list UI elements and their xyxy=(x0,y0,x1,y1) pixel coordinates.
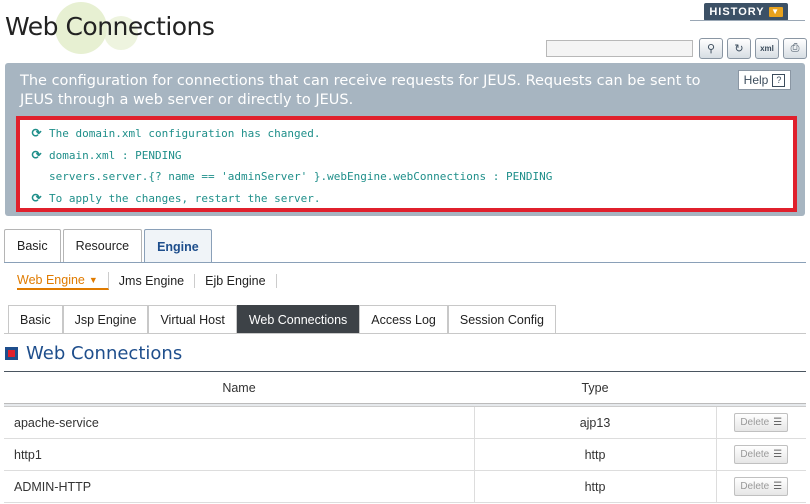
delete-label: Delete xyxy=(740,481,770,492)
tab-engine[interactable]: Engine xyxy=(144,229,212,263)
delete-icon: ☰ xyxy=(773,481,783,492)
refresh-icon: ↻ xyxy=(734,43,744,55)
message-text: To apply the changes, restart the server… xyxy=(49,191,321,205)
main-tabs: Basic Resource Engine xyxy=(4,229,214,263)
subnav-label: Web Engine xyxy=(17,273,85,287)
caret-down-icon: ▼ xyxy=(88,275,98,285)
table-row[interactable]: http1 http Delete ☰ xyxy=(4,438,806,471)
connection-type: ajp13 xyxy=(474,406,717,439)
chevron-down-icon: ▼ xyxy=(768,7,783,17)
subnav-label: Jms Engine xyxy=(118,274,185,288)
message-line: servers.server.{? name == 'adminServer' … xyxy=(30,166,783,188)
section-icon xyxy=(5,347,18,360)
delete-label: Delete xyxy=(740,449,770,460)
page-title: Web Connections xyxy=(5,12,215,41)
subnav-web-engine[interactable]: Web Engine ▼ xyxy=(17,272,109,290)
help-icon: ? xyxy=(772,73,786,87)
delete-icon: ☰ xyxy=(773,417,783,428)
message-line: ⟳ The domain.xml configuration has chang… xyxy=(30,123,783,145)
connection-name[interactable]: ADMIN-HTTP xyxy=(4,470,475,503)
engine-subnav: Web Engine ▼ Jms Engine Ejb Engine xyxy=(4,263,806,299)
subnav-jms-engine[interactable]: Jms Engine xyxy=(118,274,196,288)
tab-basic[interactable]: Basic xyxy=(8,305,63,333)
message-line: ⟳ To apply the changes, restart the serv… xyxy=(30,188,783,210)
section-title: Web Connections xyxy=(26,343,183,364)
tab-jsp-engine[interactable]: Jsp Engine xyxy=(62,305,149,333)
sync-icon: ⟳ xyxy=(31,147,42,162)
delete-button[interactable]: Delete ☰ xyxy=(734,445,789,464)
message-text: The domain.xml configuration has changed… xyxy=(49,127,321,140)
header-divider xyxy=(690,20,805,21)
sync-icon: ⟳ xyxy=(31,126,42,141)
subtabs-divider xyxy=(4,333,806,334)
export-xml-icon: xml xyxy=(760,44,774,53)
action-cell: Delete ☰ xyxy=(716,438,806,471)
delete-label: Delete xyxy=(740,417,770,428)
table-row[interactable]: ADMIN-HTTP http Delete ☰ xyxy=(4,470,806,503)
connection-name[interactable]: apache-service xyxy=(4,406,475,439)
web-engine-tabs: Basic Jsp Engine Virtual Host Web Connec… xyxy=(8,305,556,333)
history-button[interactable]: HISTORY ▼ xyxy=(704,3,788,21)
search-icon: ⚲ xyxy=(706,43,716,55)
table-header-row: Name Type xyxy=(4,371,806,404)
column-header-name[interactable]: Name xyxy=(4,371,474,404)
delete-button[interactable]: Delete ☰ xyxy=(734,413,789,432)
pending-changes-panel: ⟳ The domain.xml configuration has chang… xyxy=(16,116,797,212)
refresh-button[interactable]: ↻ xyxy=(727,38,751,59)
message-text: domain.xml : PENDING xyxy=(49,148,182,162)
column-header-type[interactable]: Type xyxy=(474,371,716,404)
column-header-action xyxy=(716,371,806,404)
info-box: The configuration for connections that c… xyxy=(5,63,805,216)
subnav-label: Ejb Engine xyxy=(205,274,266,288)
message-line: ⟳ domain.xml : PENDING xyxy=(30,145,783,167)
action-cell: Delete ☰ xyxy=(716,406,806,439)
export-xml-button[interactable]: xml xyxy=(755,38,779,59)
sync-icon: ⟳ xyxy=(31,190,42,205)
action-cell: Delete ☰ xyxy=(716,470,806,503)
delete-button[interactable]: Delete ☰ xyxy=(734,477,789,496)
table-row[interactable]: apache-service ajp13 Delete ☰ xyxy=(4,406,806,439)
page-description: The configuration for connections that c… xyxy=(20,73,701,108)
history-label: HISTORY xyxy=(709,6,765,18)
search-button[interactable]: ⚲ xyxy=(699,38,723,59)
delete-icon: ☰ xyxy=(773,449,783,460)
connection-type: http xyxy=(474,438,717,471)
print-button[interactable]: ⎙ xyxy=(783,38,807,59)
help-label: Help xyxy=(743,73,769,87)
print-icon: ⎙ xyxy=(790,42,800,54)
search-input[interactable] xyxy=(546,40,693,57)
tab-virtual-host[interactable]: Virtual Host xyxy=(148,305,237,333)
connection-name[interactable]: http1 xyxy=(4,438,475,471)
tab-access-log[interactable]: Access Log xyxy=(359,305,448,333)
connection-type: http xyxy=(474,470,717,503)
help-button[interactable]: Help ? xyxy=(738,70,791,90)
message-text: servers.server.{? name == 'adminServer' … xyxy=(49,170,553,183)
tab-session-config[interactable]: Session Config xyxy=(447,305,556,333)
subnav-ejb-engine[interactable]: Ejb Engine xyxy=(205,274,277,288)
web-connections-table: Name Type apache-service ajp13 Delete ☰ … xyxy=(4,371,806,503)
tab-resource[interactable]: Resource xyxy=(62,229,143,262)
tab-basic[interactable]: Basic xyxy=(4,229,61,262)
tab-web-connections[interactable]: Web Connections xyxy=(236,305,360,333)
